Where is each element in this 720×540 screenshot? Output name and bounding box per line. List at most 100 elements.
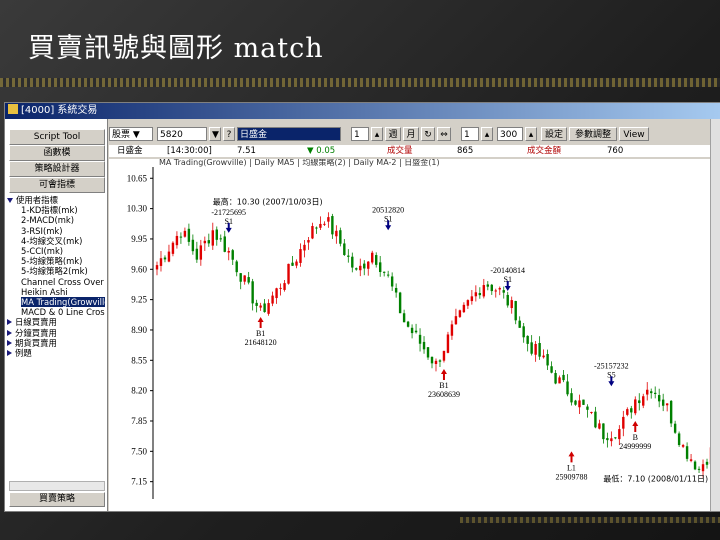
candle-body [570,393,573,403]
candle-body [271,295,274,304]
strategy-designer-button[interactable]: 策略設計器 [9,161,105,177]
candle-body [610,438,613,442]
expanded-arrow-icon[interactable] [7,198,13,203]
bars-input[interactable]: 300 [497,127,523,141]
interval-spin-button[interactable]: ▴ [371,127,383,141]
candlestick-chart[interactable]: 10.65 10.30 9.95 9.60 9.25 8.90 8.55 8.20 7.85 7.… [109,159,720,511]
tree-item-label: 2-MACD(mk) [21,215,74,226]
tree-item[interactable]: 3-RSI(mk) [7,226,105,236]
tree-item-label: 5-均線策略(mk) [21,256,83,267]
tree-item[interactable]: 使用者指標 [7,195,105,205]
redraw-icon[interactable]: ↻ [421,127,435,141]
candle-body [657,395,661,402]
tree-item[interactable]: 分鐘買賣用 [7,328,105,338]
candle-body [191,239,195,252]
candle-body [630,408,633,413]
sidebar-horizontal-scrollbar[interactable] [9,481,105,491]
period-month-button[interactable]: 月 [403,127,419,141]
trade-strategy-button[interactable]: 買賣策略 [9,492,105,507]
candle-body [378,262,382,273]
candle-body [355,268,358,270]
candle-body [331,216,334,235]
candle-body [462,304,466,313]
function-button[interactable]: 函數模 [9,145,105,161]
vertical-scrollbar[interactable] [710,119,720,511]
candle-body [239,273,242,282]
candle-body [669,400,673,424]
tree-item-label: 3-RSI(mk) [21,225,63,236]
amount-value: 760 [607,146,624,156]
candle-body [542,355,545,358]
candle-body [283,283,286,290]
tree-item[interactable]: 日線買賣用 [7,317,105,327]
tree-item[interactable]: MA Trading(Growville) [7,297,105,308]
dropdown-icon[interactable]: ▼ [209,127,221,141]
candle-body [490,284,493,292]
candle-body [478,293,482,296]
period-week-button[interactable]: 週 [385,127,401,141]
script-tool-button[interactable]: Script Tool [9,129,105,145]
window-titlebar[interactable]: [4000] 系統交易 [5,103,720,119]
tree-item[interactable]: 5-CCI(mk) [7,246,105,256]
y-tick-label: 7.85 [131,416,147,426]
interval-input[interactable]: 1 [351,127,369,141]
candle-body [546,354,549,366]
y-tick-label: 9.60 [131,264,147,274]
candle-body [307,240,310,243]
y-tick-label: 7.50 [131,446,147,456]
candle-body [586,406,589,410]
tree-item[interactable]: 1-KD指標(mk) [7,205,105,215]
candle-body [255,302,258,306]
collapsed-arrow-icon[interactable] [7,329,12,336]
search-icon[interactable]: ? [223,127,235,141]
collapsed-arrow-icon[interactable] [7,350,12,357]
tree-item[interactable]: 5-均線策略(mk) [7,256,105,266]
candle-body [562,374,565,381]
candle-body [566,381,569,395]
scale-icon[interactable]: ⇔ [437,127,451,141]
candle-body [390,276,394,287]
y-tick-label: 8.20 [131,386,147,396]
candle-body [159,258,163,266]
buy-arrow-icon [568,451,575,463]
candle-body [554,372,557,384]
candle-body [295,261,298,266]
collapsed-arrow-icon[interactable] [7,339,12,346]
tree-item[interactable]: 5-均線策略2(mk) [7,266,105,276]
bars-spin-button[interactable]: ▴ [525,127,537,141]
candle-body [263,303,266,313]
quote-name: 日盛金 [117,146,143,156]
settings-button[interactable]: 設定 [541,127,567,141]
candle-body [614,437,617,439]
candle-body [474,292,478,297]
tree-item-label: 1-KD指標(mk) [21,205,78,216]
candle-body [402,313,406,323]
tree-item[interactable]: MACD & 0 Line Cross [7,307,105,317]
candle-body [243,275,246,282]
tree-item[interactable]: 2-MACD(mk) [7,215,105,225]
indicator-button[interactable]: 可會指標 [9,177,105,193]
buy-arrow-icon [632,420,639,432]
tree-item[interactable]: 4-均線交叉(mk) [7,236,105,246]
candle-body [646,389,649,395]
param-adjust-button[interactable]: 參數調整 [569,127,617,141]
y-tick-label: 10.30 [127,204,148,214]
tree-item-label: 5-均線策略2(mk) [21,266,88,277]
view-button[interactable]: View [619,127,649,141]
tree-item[interactable]: Heikin Ashi [7,287,105,297]
candle-body [375,255,378,265]
candle-body [606,438,609,441]
candle-body [303,244,306,251]
signal-value: 20512820 [372,205,404,214]
unit-spin-button[interactable]: ▴ [481,127,493,141]
collapsed-arrow-icon[interactable] [7,319,12,326]
tree-item[interactable]: 例題 [7,348,105,358]
candle-body [634,399,637,414]
stock-code-input[interactable]: 5820 [157,127,207,141]
tree-item[interactable]: Channel Cross Over / 2 [7,277,105,287]
candle-body [693,461,697,470]
tree-item[interactable]: 期貨買賣用 [7,338,105,348]
candle-body [458,310,462,317]
market-select[interactable]: 股票 ▼ [109,127,153,141]
unit-input[interactable]: 1 [461,127,479,141]
